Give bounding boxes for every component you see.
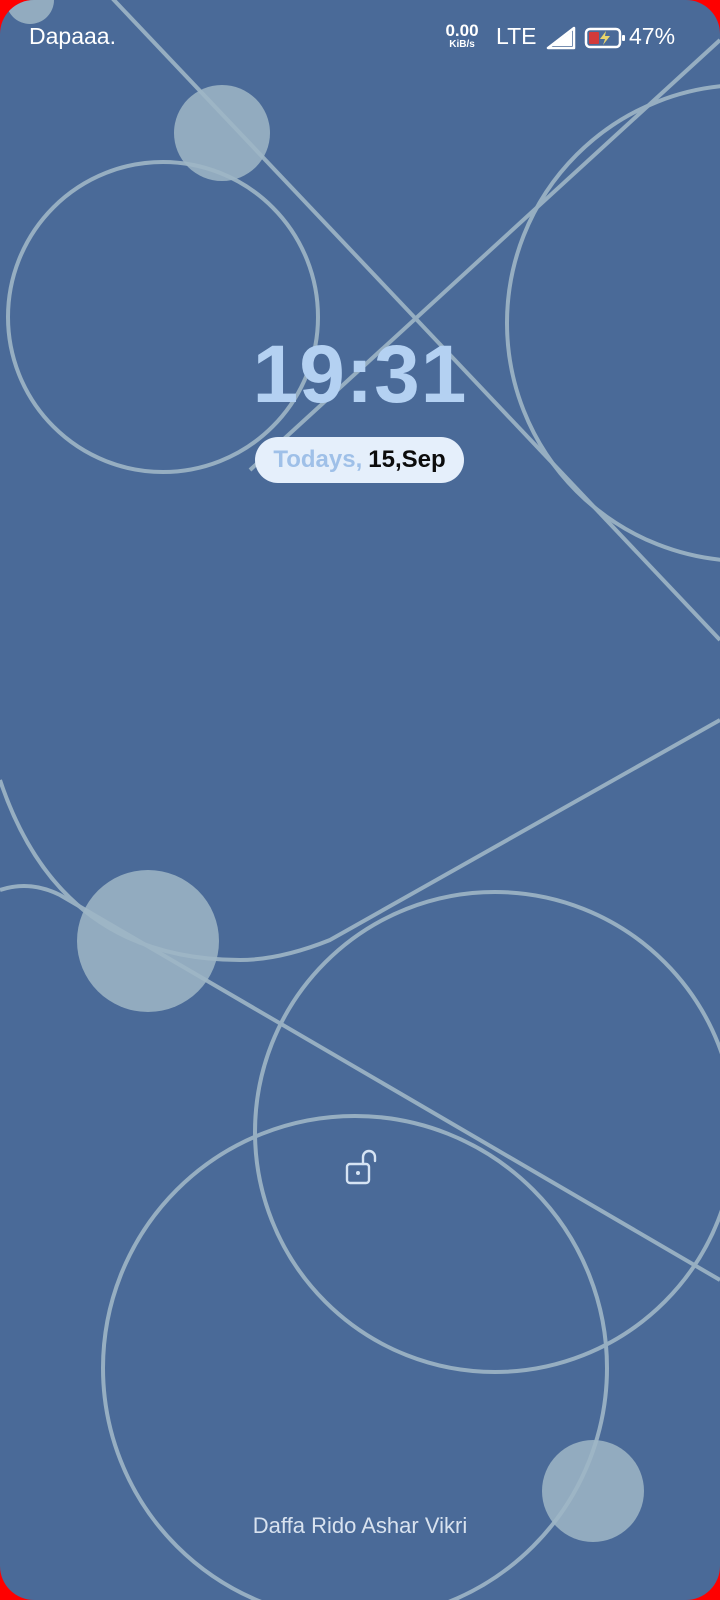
carrier-label: Dapaaa. <box>29 23 116 49</box>
date-value: 15,Sep <box>368 446 446 473</box>
lock-screen: Dapaaa. 0.00 KiB/s LTE 47% 19:31 Todays,… <box>0 0 720 1600</box>
date-prefix: Todays, <box>273 446 363 473</box>
battery-percentage: 47% <box>629 23 676 49</box>
battery-charging-icon <box>584 27 625 49</box>
date-pill: Todays, 15,Sep <box>255 437 464 483</box>
lock-clock: 19:31 <box>252 329 468 420</box>
network-speed: 0.00 KiB/s <box>440 22 484 50</box>
signal-icon <box>546 26 576 50</box>
network-speed-value: 0.00 <box>445 21 479 40</box>
unlock-icon[interactable] <box>344 1148 382 1186</box>
wallpaper-pattern <box>0 0 720 1600</box>
owner-info: Daffa Rido Ashar Vikri <box>252 1513 468 1538</box>
network-speed-unit: KiB/s <box>449 39 475 50</box>
status-bar: Dapaaa. 0.00 KiB/s LTE 47% <box>0 18 720 58</box>
network-type: LTE <box>496 23 537 49</box>
